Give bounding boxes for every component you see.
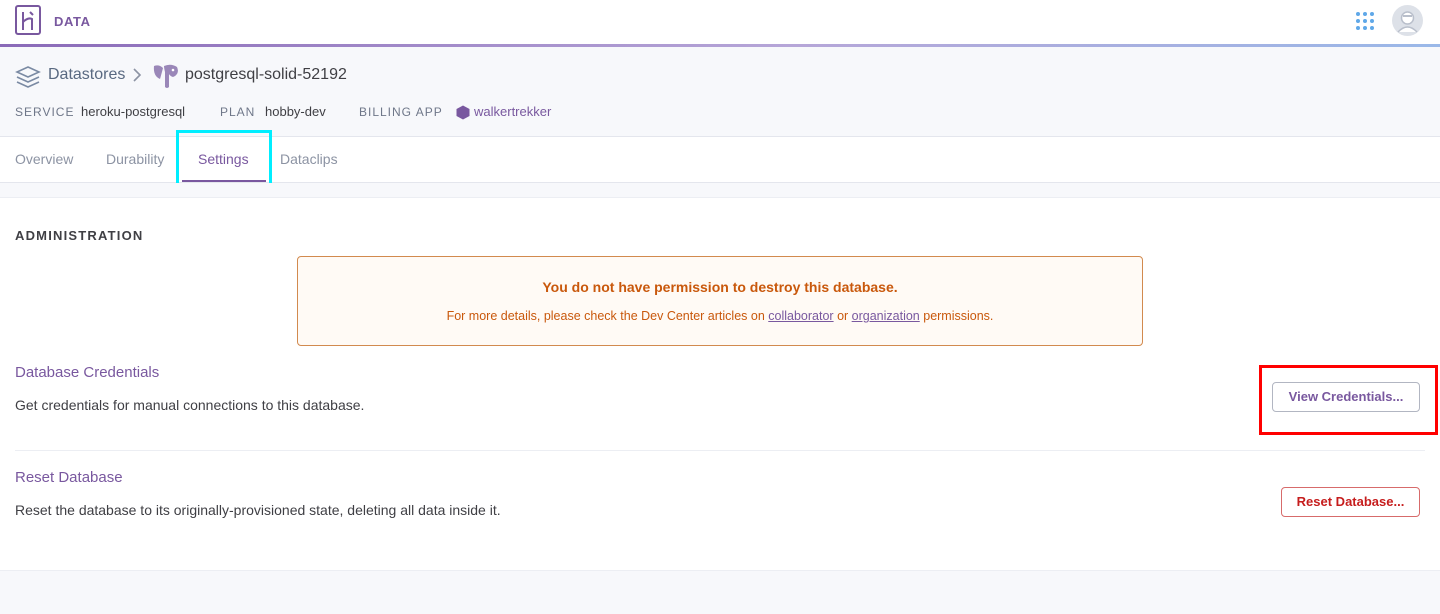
billing-app-label: BILLING APP <box>359 105 443 119</box>
database-name: postgresql-solid-52192 <box>185 66 347 83</box>
warning-text-before: For more details, please check the Dev C… <box>446 309 769 323</box>
avatar-icon[interactable] <box>1392 5 1423 36</box>
datastores-stack-icon <box>15 65 41 94</box>
plan-label: PLAN <box>220 105 256 119</box>
organization-link[interactable]: organization <box>852 309 920 323</box>
footer-band <box>0 570 1440 614</box>
warning-text-after: permissions. <box>919 309 994 323</box>
service-value: heroku-postgresql <box>81 104 186 119</box>
tab-overview[interactable]: Overview <box>15 151 73 167</box>
chevron-right-icon <box>132 68 142 87</box>
warning-text-middle: or <box>833 309 852 323</box>
credentials-description: Get credentials for manual connections t… <box>15 397 365 413</box>
resource-header: Datastores postgresql-solid-52192 SERVIC… <box>0 47 1440 137</box>
app-name[interactable]: DATA <box>54 14 91 29</box>
plan-value: hobby-dev <box>265 104 326 119</box>
apps-grid-icon[interactable] <box>1355 11 1375 31</box>
breadcrumb-datastores-link[interactable]: Datastores <box>48 66 125 84</box>
reset-description: Reset the database to its originally-pro… <box>15 502 501 518</box>
reset-title: Reset Database <box>15 469 123 486</box>
hexagon-app-icon <box>456 105 470 125</box>
section-separator <box>0 183 1440 198</box>
tab-dataclips[interactable]: Dataclips <box>280 151 338 167</box>
administration-heading: ADMINISTRATION <box>15 228 144 243</box>
collaborator-link[interactable]: collaborator <box>768 309 833 323</box>
service-label: SERVICE <box>15 105 75 119</box>
view-credentials-highlight <box>1259 365 1438 435</box>
credentials-title: Database Credentials <box>15 364 160 381</box>
tab-durability[interactable]: Durability <box>106 151 164 167</box>
top-navbar: DATA <box>0 0 1440 44</box>
row-divider <box>15 450 1425 451</box>
permission-warning: You do not have permission to destroy th… <box>297 256 1143 346</box>
reset-database-button[interactable]: Reset Database... <box>1281 487 1420 517</box>
heroku-logo-icon[interactable] <box>15 5 41 35</box>
billing-app-link[interactable]: walkertrekker <box>474 104 551 119</box>
postgresql-elephant-icon <box>151 62 181 95</box>
warning-title: You do not have permission to destroy th… <box>542 279 898 295</box>
warning-text: For more details, please check the Dev C… <box>298 309 1142 323</box>
